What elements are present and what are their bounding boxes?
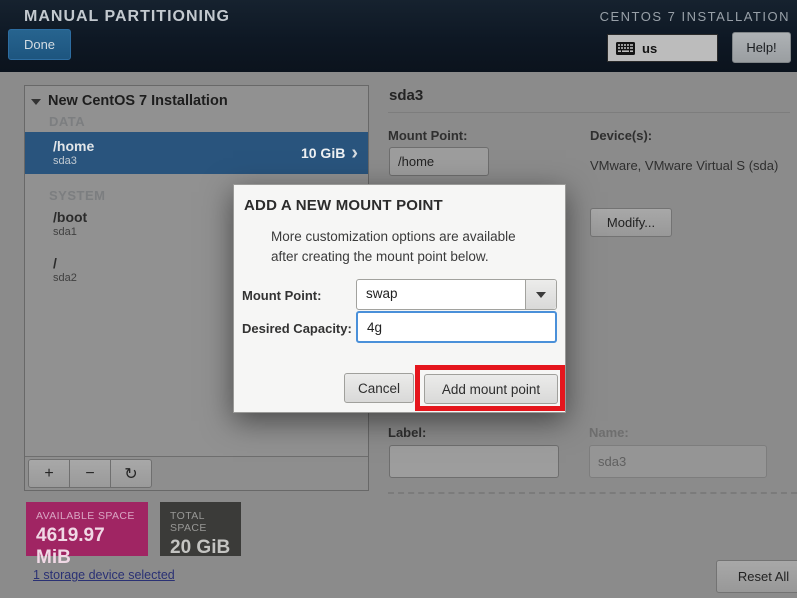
name-field-label: Name: (589, 425, 629, 440)
total-space-value: 20 GiB (170, 537, 231, 559)
help-button[interactable]: Help! (732, 32, 791, 63)
reload-button[interactable]: ↻ (110, 459, 152, 488)
label-input[interactable] (389, 445, 559, 478)
desired-capacity-input[interactable] (356, 311, 557, 343)
available-space-badge: AVAILABLE SPACE 4619.97 MiB (26, 502, 148, 556)
partition-toolbar: + − ↻ (25, 456, 368, 490)
page-title: MANUAL PARTITIONING (24, 8, 230, 26)
mount-point-label: /home (53, 138, 301, 155)
dashed-divider (388, 492, 797, 494)
mount-point-field-label: Mount Point: (388, 128, 467, 143)
dialog-capacity-label: Desired Capacity: (242, 321, 352, 336)
top-bar: MANUAL PARTITIONING CENTOS 7 INSTALLATIO… (0, 0, 797, 72)
mount-point-combobox[interactable]: swap (356, 279, 557, 310)
device-label: sda3 (53, 155, 301, 168)
keyboard-layout-indicator[interactable]: us (607, 34, 718, 62)
chevron-down-icon (31, 99, 41, 105)
total-space-label: TOTAL SPACE (170, 510, 231, 534)
available-space-label: AVAILABLE SPACE (36, 510, 138, 522)
dialog-description-line2: after creating the mount point below. (271, 247, 556, 267)
devices-field-label: Device(s): (590, 128, 652, 143)
chevron-down-icon (536, 292, 546, 298)
mount-point-input[interactable] (389, 147, 489, 176)
dialog-title: ADD A NEW MOUNT POINT (244, 197, 443, 214)
available-space-value: 4619.97 MiB (36, 525, 138, 569)
keyboard-icon (616, 42, 635, 55)
label-field-label: Label: (388, 425, 426, 440)
installer-title: CENTOS 7 INSTALLATION (600, 9, 790, 24)
partition-size: 10 GiB (301, 145, 345, 161)
partition-row-home[interactable]: /home sda3 10 GiB › (25, 132, 368, 174)
devices-value: VMware, VMware Virtual S (sda) (590, 156, 790, 175)
total-space-badge: TOTAL SPACE 20 GiB (160, 502, 241, 556)
dialog-description: More customization options are available… (271, 227, 556, 267)
device-title: sda3 (389, 87, 423, 104)
cancel-button[interactable]: Cancel (344, 373, 414, 403)
done-button[interactable]: Done (8, 29, 71, 60)
name-input (589, 445, 767, 478)
add-partition-button[interactable]: + (28, 459, 70, 488)
dialog-description-line1: More customization options are available (271, 227, 556, 247)
add-mount-point-button[interactable]: Add mount point (424, 374, 558, 404)
keyboard-layout-label: us (642, 41, 657, 56)
dialog-mount-point-label: Mount Point: (242, 288, 321, 303)
modify-button[interactable]: Modify... (590, 208, 672, 237)
mount-point-combobox-value: swap (357, 280, 525, 309)
installer-window: MANUAL PARTITIONING CENTOS 7 INSTALLATIO… (0, 0, 797, 598)
storage-device-link[interactable]: 1 storage device selected (33, 568, 175, 582)
remove-partition-button[interactable]: − (69, 459, 111, 488)
tree-title: New CentOS 7 Installation (48, 93, 228, 109)
install-tree-toggle[interactable]: New CentOS 7 Installation (25, 86, 368, 111)
add-mount-point-dialog: ADD A NEW MOUNT POINT More customization… (233, 184, 566, 413)
section-header-data: DATA (49, 114, 368, 129)
combobox-dropdown-button[interactable] (525, 280, 556, 309)
reset-all-button[interactable]: Reset All (716, 560, 797, 593)
divider (388, 112, 790, 113)
chevron-right-icon: › (351, 145, 358, 161)
